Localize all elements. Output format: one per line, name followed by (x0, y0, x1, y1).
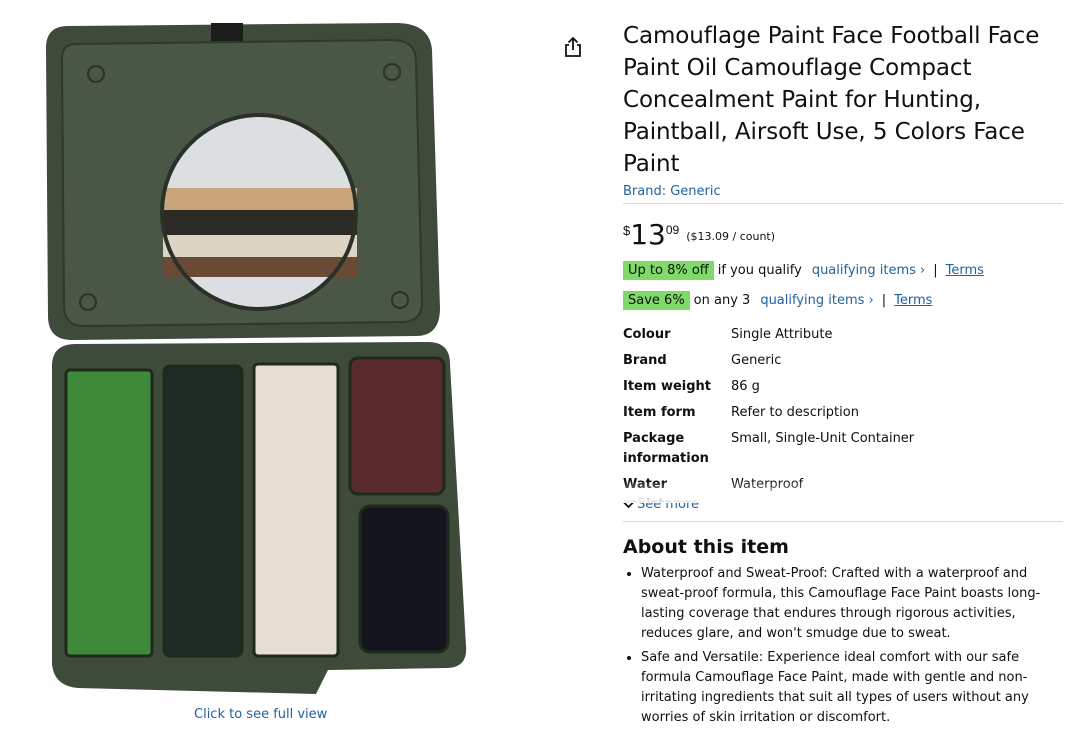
price-fraction: 09 (665, 223, 680, 237)
separator: | (933, 262, 938, 278)
mirror-reflection-tan (163, 188, 357, 210)
share-icon[interactable] (563, 36, 583, 58)
spec-value: Small, Single-Unit Container (731, 431, 915, 446)
promo-text: on any 3 (693, 292, 751, 308)
mirror-reflection-brown (163, 257, 357, 277)
divider (623, 203, 1063, 204)
promo-text: if you qualify (717, 262, 802, 278)
full-view-link[interactable]: Click to see full view (194, 707, 327, 722)
unit-price: ($13.09 / count) (686, 230, 776, 243)
spec-row: Brand Generic (623, 351, 1063, 371)
mirror-reflection-light (163, 235, 357, 257)
price-whole: 13 (630, 218, 666, 251)
divider (623, 521, 1063, 522)
product-details: Camouflage Paint Face Football Face Pain… (623, 20, 1063, 732)
spec-value: Single Attribute (731, 327, 833, 342)
spec-key: Brand (623, 353, 667, 368)
paint-well-brown (348, 356, 446, 496)
about-bullet: Safe and Versatile: Experience ideal com… (641, 648, 1063, 728)
spec-value: Generic (731, 353, 782, 368)
spec-key: Colour (623, 327, 671, 342)
case-hinge-tab (211, 23, 243, 41)
spec-key: Item form (623, 405, 696, 420)
brand-link[interactable]: Brand: Generic (623, 184, 1063, 199)
spec-row: Item weight 86 g (623, 377, 1063, 397)
about-title: About this item (623, 536, 789, 558)
spec-fade (623, 481, 1063, 503)
spec-row: Package information Small, Single-Unit C… (623, 429, 1063, 469)
spec-row: Colour Single Attribute (623, 325, 1063, 345)
about-bullets: Waterproof and Sweat-Proof: Crafted with… (623, 564, 1063, 728)
separator: | (881, 292, 887, 308)
paint-well-black (358, 504, 450, 654)
qualifying-items-link[interactable]: qualifying items › (812, 263, 925, 278)
spec-row: Item form Refer to description (623, 403, 1063, 423)
promo-row: Up to 8% off if you qualify qualifying i… (623, 259, 1063, 281)
qualifying-items-link[interactable]: qualifying items › (760, 293, 873, 308)
promo-row: Save 6% on any 3 qualifying items › | Te… (623, 289, 1063, 311)
promo-badge: Up to 8% off (623, 260, 714, 280)
spec-key: Package information (623, 431, 709, 466)
paint-well-dark-green (162, 364, 244, 658)
terms-link[interactable]: Terms (946, 263, 984, 278)
paint-well-green (64, 368, 154, 658)
product-image[interactable] (38, 18, 488, 703)
paint-well-sand (252, 362, 340, 658)
price: $ 13 09 ($13.09 / count) (623, 220, 1063, 254)
price-currency: $ (623, 223, 631, 238)
spec-value: Refer to description (731, 405, 859, 420)
promo-badge: Save 6% (623, 290, 690, 310)
product-image-area[interactable]: Click to see full view (38, 18, 488, 722)
spec-table: Colour Single Attribute Brand Generic It… (623, 325, 1063, 503)
mirror-reflection-dark (163, 210, 357, 235)
about-bullet: Waterproof and Sweat-Proof: Crafted with… (641, 564, 1063, 644)
product-title: Camouflage Paint Face Football Face Pain… (623, 23, 1040, 177)
spec-value: 86 g (731, 379, 760, 394)
spec-key: Item weight (623, 379, 711, 394)
terms-link[interactable]: Terms (894, 293, 932, 308)
